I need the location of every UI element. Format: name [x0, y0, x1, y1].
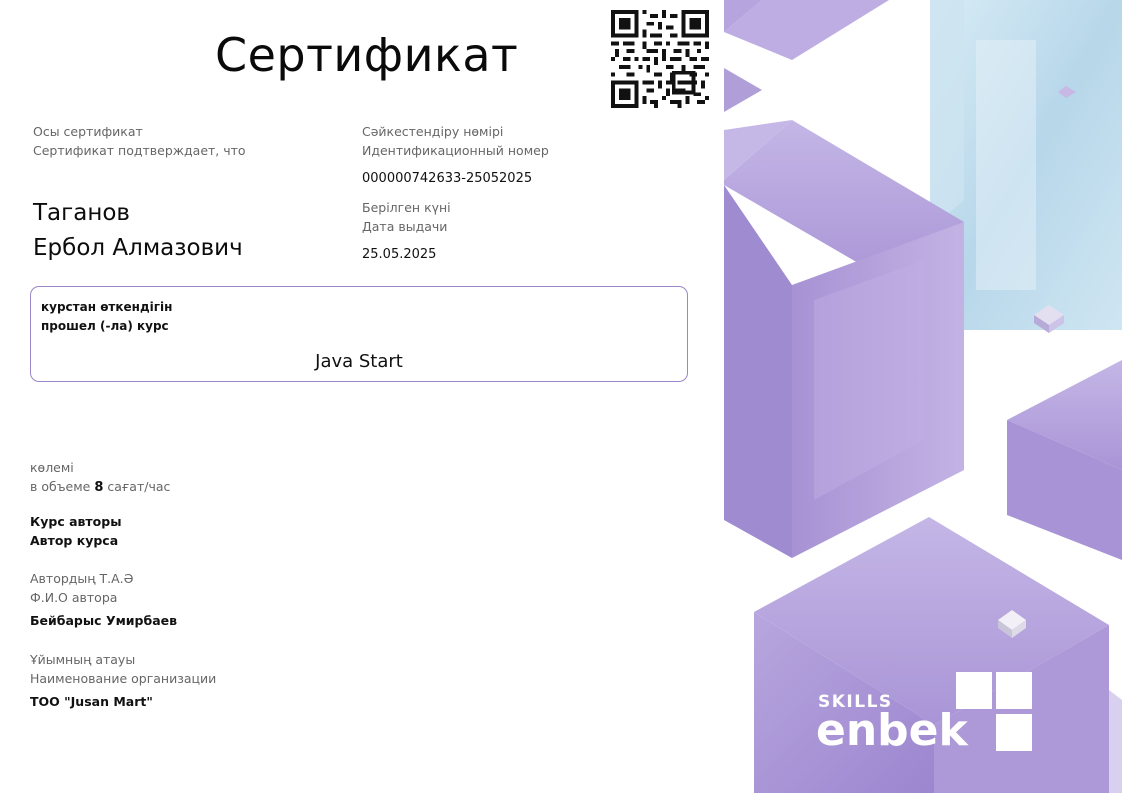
volume-prefix: в объеме	[30, 479, 91, 494]
date-label: Берілген күні Дата выдачи	[362, 198, 451, 236]
date-label-kk: Берілген күні	[362, 200, 451, 215]
course-author-label: Курс авторы Автор курса	[30, 512, 122, 550]
course-author-label-ru: Автор курса	[30, 533, 119, 548]
volume-line: в объеме 8 сағат/час	[30, 477, 170, 497]
course-label-ru: прошел (-ла) курс	[41, 319, 169, 333]
volume-suffix: сағат/час	[107, 479, 171, 494]
confirms-label: Осы сертификат Сертификат подтверждает, …	[33, 122, 246, 160]
org-label-ru: Наименование организации	[30, 671, 217, 686]
certificate-title: Сертификат	[215, 28, 519, 82]
author-fio-label-ru: Ф.И.О автора	[30, 590, 118, 605]
enbek-logo-squares-icon	[956, 672, 1034, 752]
volume-block: көлемі в объеме 8 сағат/час	[30, 458, 170, 497]
volume-hours: 8	[94, 480, 104, 495]
course-label: курстан өткендігін прошел (-ла) курс	[41, 298, 172, 336]
id-label-ru: Идентификационный номер	[362, 143, 549, 158]
org-label-kk: Ұйымның атауы	[30, 652, 136, 667]
id-label: Сәйкестендіру нөмірі Идентификационный н…	[362, 122, 549, 160]
course-label-kk: курстан өткендігін	[41, 300, 173, 314]
recipient-name: Таганов Ербол Алмазович	[33, 196, 243, 266]
author-fio-label: Автордың Т.А.Ә Ф.И.О автора	[30, 569, 134, 607]
course-box: курстан өткендігін прошел (-ла) курс Jav…	[30, 286, 688, 382]
enbek-skills-logo: SKILLS enbek	[816, 670, 1036, 756]
org-name: ТОО "Jusan Mart"	[30, 694, 153, 709]
confirms-label-ru: Сертификат подтверждает, что	[33, 143, 246, 158]
recipient-surname: Таганов	[33, 200, 130, 226]
course-name: Java Start	[315, 351, 403, 372]
certificate-page: Сертификат Осы сертификат Сертификат под…	[0, 0, 1122, 793]
volume-label-kk: көлемі	[30, 460, 74, 475]
logo-enbek-text: enbek	[816, 705, 968, 756]
author-fio-label-kk: Автордың Т.А.Ә	[30, 571, 134, 586]
date-value: 25.05.2025	[362, 247, 437, 262]
confirms-label-kk: Осы сертификат	[33, 124, 143, 139]
id-label-kk: Сәйкестендіру нөмірі	[362, 124, 504, 139]
course-author-label-kk: Курс авторы	[30, 514, 122, 529]
qr-code-icon	[611, 10, 709, 108]
date-label-ru: Дата выдачи	[362, 219, 448, 234]
org-label: Ұйымның атауы Наименование организации	[30, 650, 216, 688]
recipient-given-names: Ербол Алмазович	[33, 235, 243, 261]
id-value: 000000742633-25052025	[362, 171, 533, 186]
author-name: Бейбарыс Умирбаев	[30, 613, 178, 628]
